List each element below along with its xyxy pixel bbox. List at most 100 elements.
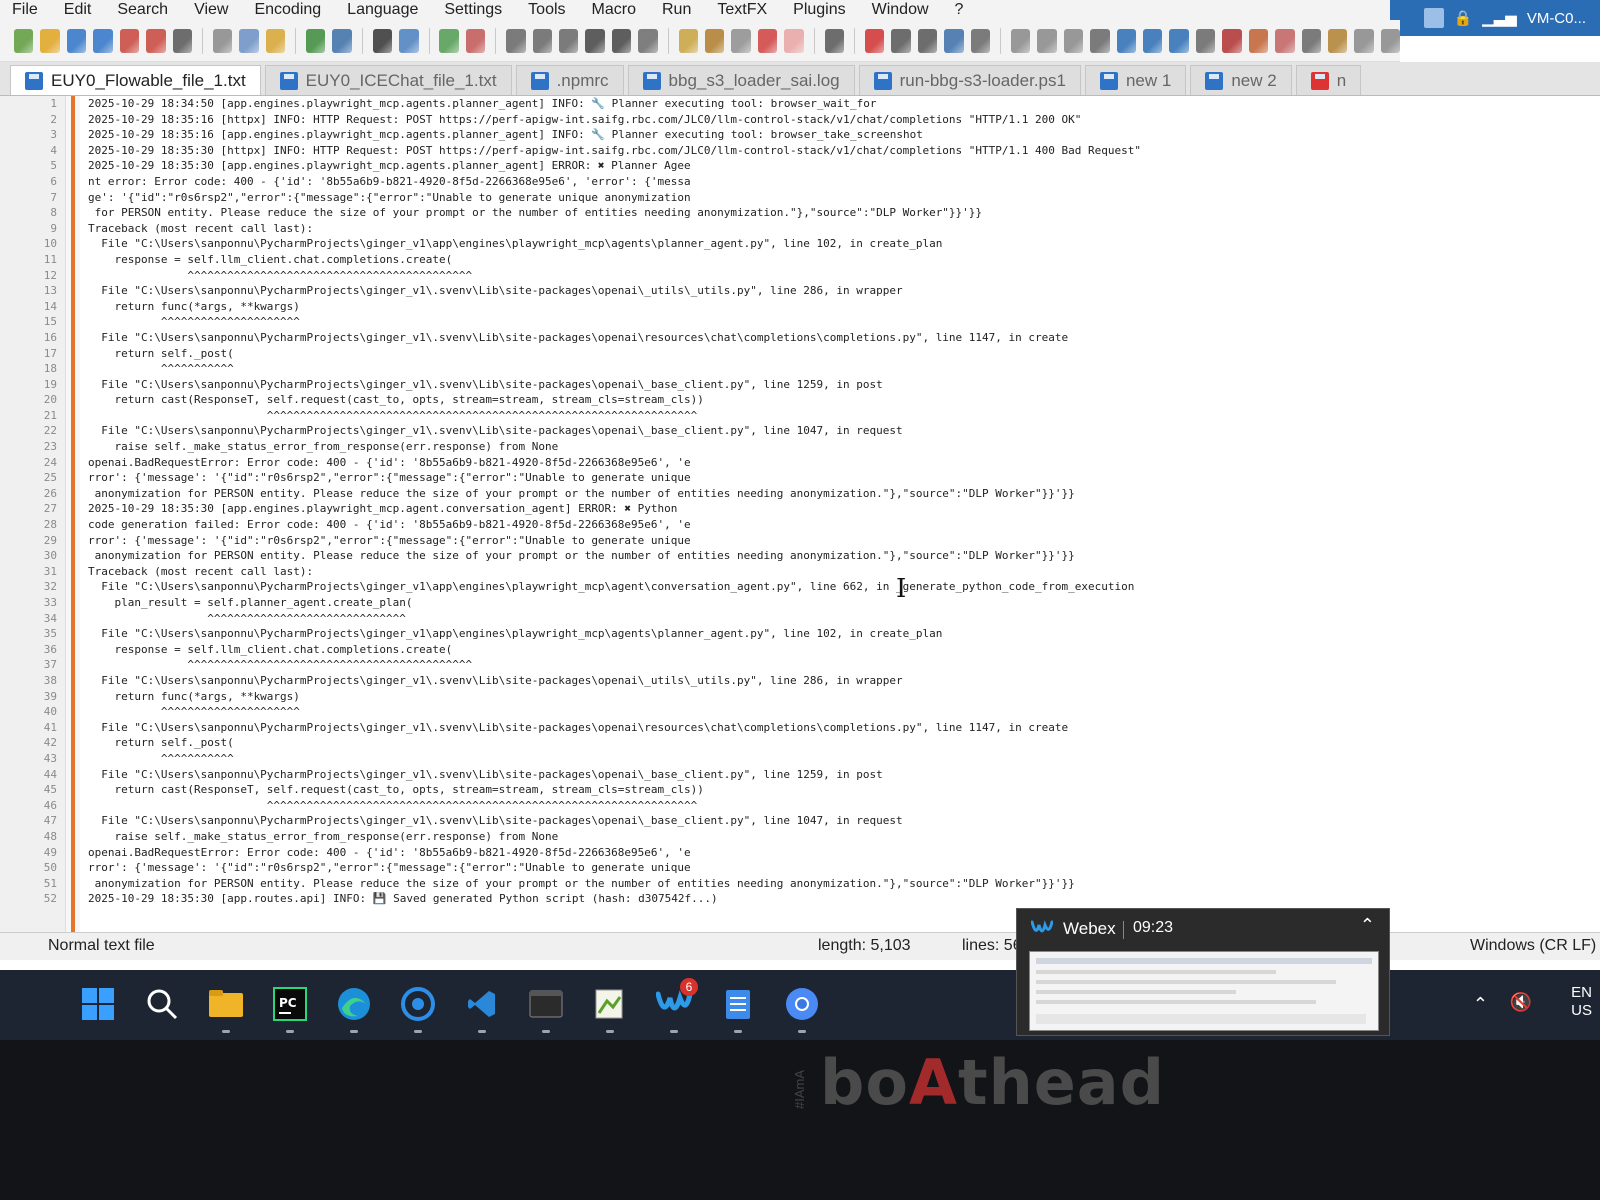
code-line[interactable]: Traceback (most recent call last): xyxy=(88,564,1600,580)
undo-icon[interactable] xyxy=(306,28,326,53)
function-list-icon[interactable] xyxy=(704,28,725,53)
code-line[interactable]: ^^^^^^^^^^^^^^^^^^^^^^^^^^^^^^^^^^^^^^^^… xyxy=(88,657,1600,673)
tab-2[interactable]: .npmrc xyxy=(515,65,624,95)
code-line[interactable]: return cast(ResponseT, self.request(cast… xyxy=(88,782,1600,798)
code-line[interactable]: rror': {'message': '{"id":"r0s6rsp2","er… xyxy=(88,860,1600,876)
notepad-icon[interactable] xyxy=(718,984,758,1033)
nav-sort-icon[interactable] xyxy=(1169,28,1189,53)
chevron-up-icon[interactable]: ⌃ xyxy=(1473,994,1488,1015)
zoom-out-icon[interactable] xyxy=(465,28,486,53)
code-line[interactable]: File "C:\Users\sanponnu\PycharmProjects\… xyxy=(88,767,1600,783)
folder-workspace-icon[interactable] xyxy=(731,28,751,53)
eol-label[interactable]: Windows (CR LF) xyxy=(1470,937,1596,955)
nav-up-icon[interactable] xyxy=(1116,28,1136,53)
menu-item[interactable]: Language xyxy=(347,1,418,19)
pycharm-icon[interactable]: PC xyxy=(270,984,310,1033)
zoom-in-icon[interactable] xyxy=(439,28,459,53)
vscode-icon[interactable] xyxy=(462,984,502,1033)
code-line[interactable]: ^^^^^^^^^^^^^^^^^^^^^^^^^^^^^^^^^^^^^^^^… xyxy=(88,798,1600,814)
menu-item[interactable]: TextFX xyxy=(717,1,767,19)
microphone-muted-icon[interactable]: 🔇 xyxy=(1510,992,1532,1013)
spell-check-icon[interactable] xyxy=(1222,28,1242,53)
run-icon[interactable] xyxy=(824,28,844,53)
close-icon[interactable] xyxy=(119,28,140,53)
editor[interactable]: 1 2 3 4 5 6 7 8 9 10 11 12 13 14 15 16 17 18 19 20 21 22 23 24 2… xyxy=(0,96,1600,932)
tab-6[interactable]: new 2 xyxy=(1190,65,1292,95)
webex-icon[interactable]: 6 xyxy=(654,978,698,1033)
windows-start-icon[interactable] xyxy=(78,984,118,1024)
sync-h-icon[interactable] xyxy=(532,28,552,53)
record-icon[interactable] xyxy=(784,28,804,53)
code-line[interactable]: 2025-10-29 18:35:30 [app.routes.api] INF… xyxy=(88,891,1600,907)
monitor-icon[interactable] xyxy=(757,28,778,53)
code-line[interactable]: return cast(ResponseT, self.request(cast… xyxy=(88,392,1600,408)
code-line[interactable]: File "C:\Users\sanponnu\PycharmProjects\… xyxy=(88,377,1600,393)
code-line[interactable]: 2025-10-29 18:35:30 [app.engines.playwri… xyxy=(88,501,1600,517)
print-icon[interactable] xyxy=(172,28,193,53)
code-line[interactable]: File "C:\Users\sanponnu\PycharmProjects\… xyxy=(88,720,1600,736)
menu-item[interactable]: Window xyxy=(872,1,929,19)
code-line[interactable]: ge': '{"id":"r0s6rsp2","error":{"message… xyxy=(88,190,1600,206)
cut-icon[interactable] xyxy=(212,28,233,53)
code-line[interactable]: File "C:\Users\sanponnu\PycharmProjects\… xyxy=(88,236,1600,252)
code-line[interactable]: return self._post( xyxy=(88,735,1600,751)
paste-icon[interactable] xyxy=(265,28,286,53)
code-line[interactable]: response = self.llm_client.chat.completi… xyxy=(88,642,1600,658)
tab-4[interactable]: run-bbg-s3-loader.ps1 xyxy=(858,65,1081,95)
record-macro-icon[interactable] xyxy=(864,28,885,53)
tab-5[interactable]: new 1 xyxy=(1084,65,1187,95)
run-macro-multi-icon[interactable] xyxy=(944,28,964,53)
code-line[interactable]: File "C:\Users\sanponnu\PycharmProjects\… xyxy=(88,330,1600,346)
code-line[interactable]: 2025-10-29 18:34:50 [app.engines.playwri… xyxy=(88,96,1600,112)
tab-0[interactable]: EUY0_Flowable_file_1.txt xyxy=(10,65,261,95)
code-line[interactable]: return self._post( xyxy=(88,346,1600,362)
indent-guide-icon[interactable] xyxy=(611,28,632,53)
all-chars-icon[interactable] xyxy=(585,28,605,53)
code-line[interactable]: plan_result = self.planner_agent.create_… xyxy=(88,595,1600,611)
code-line[interactable]: raise self._make_status_error_from_respo… xyxy=(88,439,1600,455)
nav-down-icon[interactable] xyxy=(1142,28,1163,53)
code-line[interactable]: 2025-10-29 18:35:16 [httpx] INFO: HTTP R… xyxy=(88,112,1600,128)
tool-b-icon[interactable] xyxy=(1037,28,1057,53)
code-line[interactable]: 2025-10-29 18:35:30 [httpx] INFO: HTTP R… xyxy=(88,143,1600,159)
code-line[interactable]: File "C:\Users\sanponnu\PycharmProjects\… xyxy=(88,579,1600,595)
tab-3[interactable]: bbg_s3_loader_sai.log xyxy=(627,65,855,95)
menu-item[interactable]: ? xyxy=(955,1,964,19)
sync-v-icon[interactable] xyxy=(506,28,526,53)
chrome-icon[interactable] xyxy=(782,984,822,1033)
replace-icon[interactable] xyxy=(399,28,419,53)
redo-icon[interactable] xyxy=(332,28,352,53)
menu-item[interactable]: Run xyxy=(662,1,691,19)
code-line[interactable]: for PERSON entity. Please reduce the siz… xyxy=(88,205,1600,221)
code-line[interactable]: return func(*args, **kwargs) xyxy=(88,689,1600,705)
save-all-icon[interactable] xyxy=(93,28,113,53)
tool-k-icon[interactable] xyxy=(1380,28,1401,53)
code-line[interactable]: 2025-10-29 18:35:30 [app.engines.playwri… xyxy=(88,158,1600,174)
fold-margin[interactable] xyxy=(66,96,80,932)
tool-d-icon[interactable] xyxy=(1090,28,1110,53)
code-line[interactable]: return func(*args, **kwargs) xyxy=(88,299,1600,315)
code-line[interactable]: anonymization for PERSON entity. Please … xyxy=(88,876,1600,892)
code-line[interactable]: openai.BadRequestError: Error code: 400 … xyxy=(88,845,1600,861)
open-file-icon[interactable] xyxy=(40,28,60,53)
code-line[interactable]: ^^^^^^^^^^^^^^^^^^^^^ xyxy=(88,704,1600,720)
code-line[interactable]: File "C:\Users\sanponnu\PycharmProjects\… xyxy=(88,283,1600,299)
code-line[interactable]: ^^^^^^^^^^^ xyxy=(88,361,1600,377)
edge-browser-icon[interactable] xyxy=(334,984,374,1033)
udl-icon[interactable] xyxy=(638,28,658,53)
code-line[interactable]: 2025-10-29 18:35:16 [app.engines.playwri… xyxy=(88,127,1600,143)
code-line[interactable]: rror': {'message': '{"id":"r0s6rsp2","er… xyxy=(88,533,1600,549)
new-file-icon[interactable] xyxy=(14,28,34,53)
tool-j-icon[interactable] xyxy=(1354,28,1374,53)
code-line[interactable]: ^^^^^^^^^^^^^^^^^^^^^^^^^^^^^^ xyxy=(88,611,1600,627)
file-explorer-icon[interactable] xyxy=(206,984,246,1033)
play-macro-icon[interactable] xyxy=(917,28,938,53)
terminal-icon[interactable] xyxy=(526,984,566,1033)
word-wrap-icon[interactable] xyxy=(558,28,579,53)
tab-1[interactable]: EUY0_ICEChat_file_1.txt xyxy=(264,65,512,95)
menu-item[interactable]: Encoding xyxy=(254,1,321,19)
code-line[interactable]: anonymization for PERSON entity. Please … xyxy=(88,486,1600,502)
vm-connection-badge[interactable]: 🔒 ▁▃▅ VM-C0... xyxy=(1390,0,1600,36)
code-line[interactable]: code generation failed: Error code: 400 … xyxy=(88,517,1600,533)
code-line[interactable]: nt error: Error code: 400 - {'id': '8b55… xyxy=(88,174,1600,190)
